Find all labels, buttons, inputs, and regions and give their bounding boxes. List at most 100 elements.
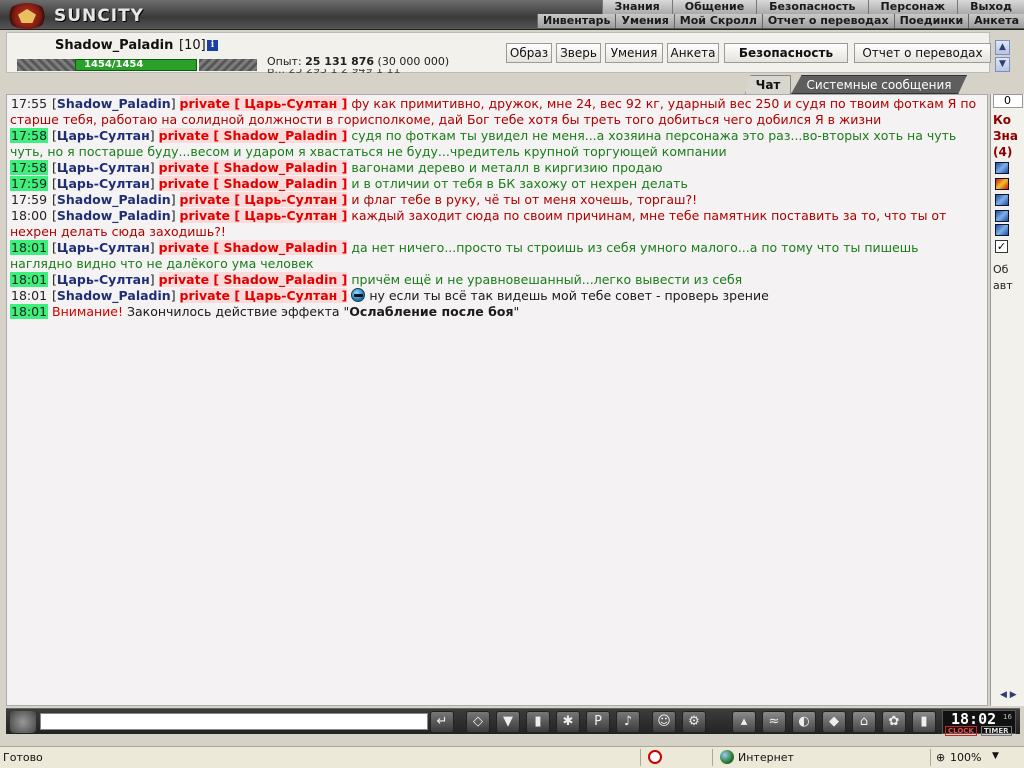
message-sender[interactable]: Царь-Султан [57,240,150,255]
scroll-up-icon[interactable]: ▲ [995,40,1010,55]
private-tag[interactable]: private [ Shadow_Paladin ] [158,240,348,255]
message-sender[interactable]: Shadow_Paladin [57,288,171,303]
zoom-level[interactable]: 100% [950,751,981,764]
security-button[interactable]: Безопасность [724,43,848,63]
system-message: 18:01 Внимание! Закончилось действие эфф… [10,304,520,319]
message-sender[interactable]: Shadow_Paladin [57,96,171,111]
private-tag[interactable]: private [ Shadow_Paladin ] [158,160,348,175]
message-recipient[interactable]: Царь-Султан [244,208,337,223]
private-tag[interactable]: private [ Царь-Султан ] [179,192,348,207]
enter-icon[interactable]: ↵ [430,711,454,733]
submenu-inventory[interactable]: Инвентарь [537,14,615,28]
message-sender[interactable]: Shadow_Paladin [57,208,171,223]
message-recipient[interactable]: Shadow_Paladin [223,176,337,191]
filter-icon[interactable]: ▼ [496,711,520,733]
message-time[interactable]: 18:01 [10,240,49,255]
transfer-report-button[interactable]: Отчет о переводах [854,43,991,63]
privacy-icon[interactable] [648,750,662,764]
right-panel-checkbox[interactable]: ✓ [995,240,1008,253]
message-time[interactable]: 17:55 [10,96,48,111]
runner-icon[interactable]: ✱ [556,711,580,733]
right-panel-line[interactable]: Ко [993,112,1018,128]
eraser-icon[interactable]: ◇ [466,711,490,733]
submenu-skills[interactable]: Умения [615,14,673,28]
right-panel-text-line: Об [993,263,1009,276]
settings-icon[interactable]: ⚙ [682,711,706,733]
amulet-icon[interactable]: ◐ [792,711,816,733]
message-recipient[interactable]: Царь-Султан [244,96,337,111]
book-icon[interactable]: ▮ [526,711,550,733]
message-time[interactable]: 17:59 [10,176,49,191]
image-button[interactable]: Образ [506,43,552,63]
message-time[interactable]: 17:58 [10,160,49,175]
message-sender[interactable]: Царь-Султан [57,272,150,287]
chat-input[interactable] [40,713,428,730]
suncity-logo[interactable]: SUNCITY [6,3,146,29]
smiley-icon[interactable]: ☺ [652,711,676,733]
profile-button[interactable]: Анкета [667,43,719,63]
private-tag[interactable]: private [ Царь-Султан ] [179,96,348,111]
message-sender[interactable]: Shadow_Paladin [57,192,171,207]
message-time[interactable]: 18:00 [10,208,48,223]
skills-button[interactable]: Умения [605,43,663,63]
tab-system-messages[interactable]: Системные сообщения [791,75,967,94]
scroll-icon[interactable]: ≈ [762,711,786,733]
message-time[interactable]: 18:01 [10,288,48,303]
private-tag[interactable]: private [ Shadow_Paladin ] [158,176,348,191]
submenu-duels[interactable]: Поединки [893,14,969,28]
message-recipient[interactable]: Shadow_Paladin [223,160,337,175]
clan-icon[interactable] [995,162,1009,174]
character-name[interactable]: Shadow_Paladin [55,38,173,53]
timer-mode-button[interactable]: TIMER [981,726,1012,736]
flowers-icon[interactable]: ✿ [882,711,906,733]
message-recipient[interactable]: Shadow_Paladin [223,128,337,143]
menu-communication[interactable]: Общение [671,0,756,14]
sound-icon[interactable]: ♪ [616,711,640,733]
submenu-transfer-report[interactable]: Отчет о переводах [761,14,894,28]
message-time[interactable]: 17:58 [10,128,49,143]
clan-icon[interactable] [995,210,1009,222]
exit-icon[interactable]: ▮ [912,711,936,733]
message-recipient[interactable]: Shadow_Paladin [223,272,337,287]
clan-icon[interactable] [995,224,1009,236]
message-sender[interactable]: Царь-Султан [57,176,150,191]
clan-icon[interactable] [995,194,1009,206]
right-panel-scroll-arrows[interactable]: ◀ ▶ [1000,690,1022,702]
clock-mode-button[interactable]: CLOCK [945,726,977,736]
menu-exit[interactable]: Выход [957,0,1024,14]
private-tag[interactable]: private [ Shadow_Paladin ] [158,128,348,143]
right-panel-line[interactable]: Зна [993,128,1018,144]
menu-security[interactable]: Безопасность [756,0,867,14]
message-sender[interactable]: Царь-Султан [57,160,150,175]
message-recipient[interactable]: Царь-Султан [244,288,337,303]
scroll-down-icon[interactable]: ▼ [995,57,1010,72]
private-tag[interactable]: private [ Shadow_Paladin ] [158,272,348,287]
private-tag[interactable]: private [ Царь-Султан ] [179,288,348,303]
chat-message: 18:01 [Shadow_Paladin] private [ Царь-Су… [10,288,769,303]
translit-icon[interactable]: P [586,711,610,733]
message-time[interactable]: 18:01 [10,272,49,287]
menu-knowledge[interactable]: Знания [601,0,672,14]
submenu-my-scroll[interactable]: Мой Скролл [673,14,762,28]
right-panel-line[interactable]: (4) [993,144,1018,160]
chevron-down-icon[interactable]: ▼ [992,751,999,761]
message-time[interactable]: 17:59 [10,192,48,207]
submenu-profile[interactable]: Анкета [968,14,1024,28]
house-icon[interactable]: ⌂ [852,711,876,733]
message-recipient[interactable]: Царь-Султан [244,192,337,207]
menu-character[interactable]: Персонаж [867,0,958,14]
right-panel-number[interactable]: 0 [993,94,1023,108]
fire-icon[interactable] [995,178,1009,190]
pet-button[interactable]: Зверь [556,43,601,63]
security-zone[interactable]: Интернет [738,751,794,764]
speaker-icon[interactable] [10,711,36,733]
info-icon[interactable]: i [207,40,218,51]
message-time[interactable]: 18:01 [10,304,49,319]
message-sender[interactable]: Царь-Султан [57,128,150,143]
tab-chat[interactable]: Чат [745,75,791,94]
message-recipient[interactable]: Shadow_Paladin [223,240,337,255]
private-tag[interactable]: private [ Царь-Султан ] [179,208,348,223]
armor-icon[interactable]: ◆ [822,711,846,733]
zoom-icon[interactable]: ⊕ [936,751,945,764]
bag-icon[interactable]: ▴ [732,711,756,733]
